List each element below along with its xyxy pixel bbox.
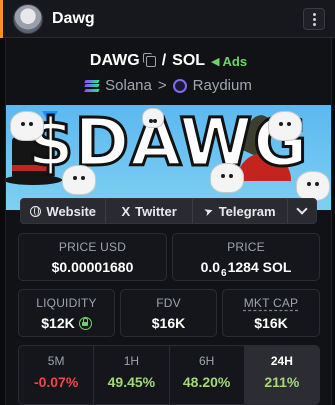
chevron-down-icon — [296, 203, 308, 215]
change-value: 49.45% — [107, 374, 156, 390]
change-label: 24H — [270, 354, 293, 368]
price-sol-label: PRICE — [227, 240, 265, 254]
pair-title: DAWG / SOL ◀ Ads — [6, 52, 331, 70]
more-vertical-icon — [312, 12, 316, 27]
market-cap-card[interactable]: MKT CAP $16K — [222, 289, 320, 337]
banner-dog — [210, 163, 244, 193]
banner-dog — [268, 111, 302, 141]
change-value: 48.20% — [182, 374, 231, 390]
liquidity-label: LIQUIDITY — [36, 296, 97, 310]
price-usd-label: PRICE USD — [58, 240, 127, 254]
market-cap-value: $16K — [254, 315, 288, 331]
website-label: Website — [46, 203, 97, 219]
price-sol-zero-count: 6 — [221, 268, 227, 279]
twitter-link[interactable]: X Twitter — [106, 199, 193, 223]
telegram-label: Telegram — [218, 203, 276, 219]
more-options-button[interactable] — [303, 8, 325, 30]
price-usd-value: $0.00001680 — [51, 259, 134, 275]
token-tab-header[interactable]: Dawg — [3, 0, 335, 38]
more-links-button[interactable] — [288, 199, 316, 223]
x-icon: X — [121, 203, 131, 219]
chain-breadcrumb: Solana > Raydium — [6, 77, 331, 94]
website-link[interactable]: Website — [21, 199, 107, 223]
token-avatar — [13, 3, 43, 34]
telegram-icon: ➤ — [202, 204, 216, 219]
change-value: 211% — [264, 374, 300, 390]
change-tab-6h[interactable]: 6H 48.20% — [170, 346, 245, 404]
price-sol-card: PRICE 0.061284 SOL — [172, 233, 320, 281]
fdv-value: $16K — [151, 315, 186, 331]
change-value: -0.07% — [33, 374, 79, 390]
megaphone-icon: ◀ — [211, 55, 220, 68]
liquidity-value: $12K — [41, 315, 75, 331]
ads-label: Ads — [222, 53, 248, 69]
banner-dog — [10, 111, 44, 141]
price-sol-value: 0.061284 SOL — [173, 259, 319, 279]
pair-separator: / — [161, 52, 167, 69]
change-label: 6H — [198, 354, 215, 368]
market-cap-label: MKT CAP — [243, 296, 299, 310]
token-info-panel: DAWG / SOL ◀ Ads Solana > Raydium $DAWG — [5, 38, 332, 405]
change-tab-24h[interactable]: 24H 211% — [244, 346, 319, 404]
breadcrumb-chevron: > — [157, 77, 167, 94]
change-tab-1h[interactable]: 1H 49.45% — [94, 346, 170, 404]
banner-dog — [142, 108, 164, 128]
price-sol-prefix: 0.0 — [200, 259, 221, 275]
dex-link[interactable]: Raydium — [193, 77, 252, 94]
banner-dog — [296, 171, 330, 201]
price-sol-rest: 1284 SOL — [227, 259, 292, 275]
copy-icon[interactable] — [142, 52, 156, 67]
fdv-label: FDV — [156, 296, 181, 310]
banner-dog — [62, 165, 96, 195]
ads-link[interactable]: ◀ Ads — [211, 54, 247, 69]
price-usd-card: PRICE USD $0.00001680 — [18, 233, 167, 281]
fdv-card: FDV $16K — [120, 289, 217, 337]
liquidity-card: LIQUIDITY $12K — [18, 289, 115, 337]
globe-icon — [30, 205, 42, 217]
solana-icon — [84, 79, 100, 92]
token-title: Dawg — [52, 9, 95, 27]
telegram-link[interactable]: ➤ Telegram — [193, 199, 289, 223]
chain-link[interactable]: Solana — [105, 77, 152, 94]
lock-icon[interactable] — [78, 316, 92, 330]
token-banner-image: $DAWG — [6, 105, 331, 210]
raydium-icon — [172, 78, 187, 93]
change-label: 5M — [47, 354, 65, 368]
change-tab-5m[interactable]: 5M -0.07% — [19, 346, 95, 404]
social-links-bar: Website X Twitter ➤ Telegram — [20, 198, 317, 224]
base-symbol: DAWG — [89, 52, 140, 69]
price-change-tabs: 5M -0.07% 1H 49.45% 6H 48.20% 24H 211% — [18, 345, 320, 405]
change-label: 1H — [123, 354, 140, 368]
liquidity-value-row: $12K — [19, 315, 114, 331]
twitter-label: Twitter — [135, 203, 177, 219]
quote-symbol: SOL — [172, 52, 206, 69]
